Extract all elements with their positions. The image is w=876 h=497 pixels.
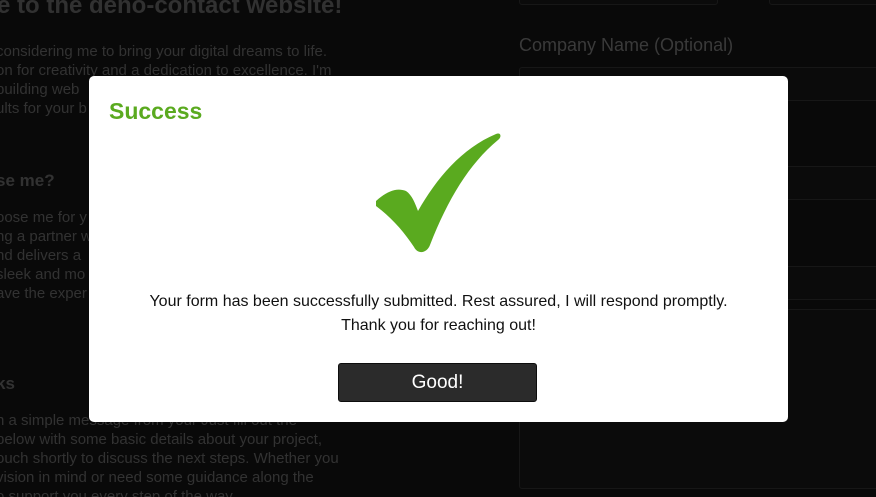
page: e to the deno-contact website! consideri… [0,0,876,497]
dialog-message-line: Thank you for reaching out! [341,317,536,334]
dialog-title: Success [109,98,203,124]
checkmark-icon [376,133,501,253]
dialog-message: Your form has been successfully submitte… [89,290,788,338]
good-button[interactable]: Good! [338,363,537,402]
success-dialog: Success Your form has been successfully … [89,76,788,422]
dialog-message-line: Your form has been successfully submitte… [149,293,728,310]
